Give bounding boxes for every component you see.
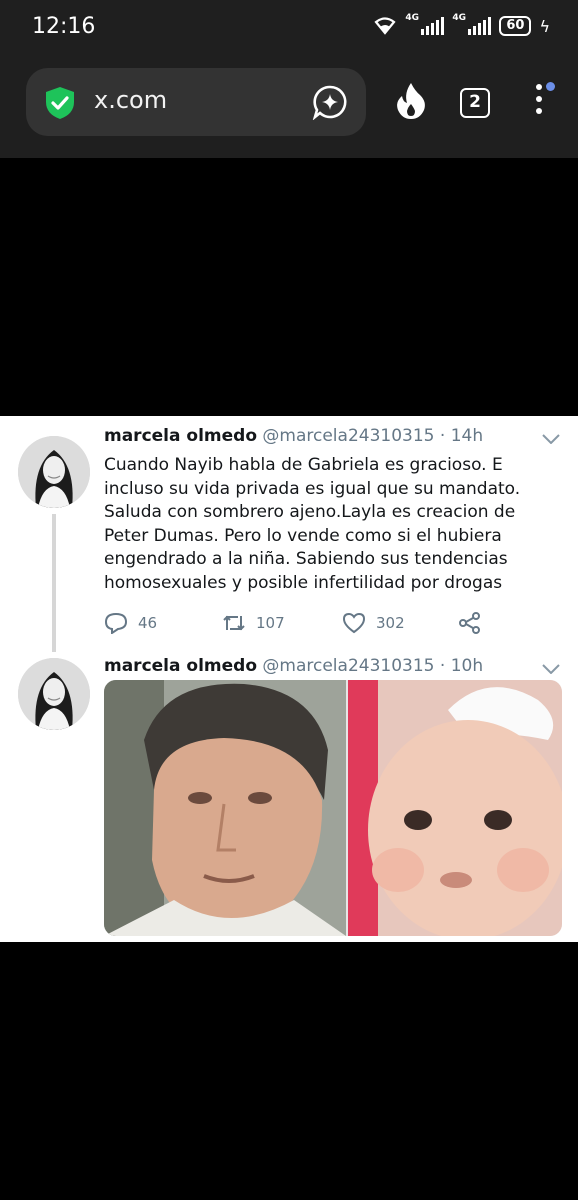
retweet-action: 107 — [222, 612, 285, 634]
tweet-time: · 10h — [439, 656, 484, 676]
heart-icon — [342, 612, 366, 634]
share-action — [458, 612, 482, 634]
tabs-button[interactable]: 2 — [460, 88, 490, 118]
more-menu-icon[interactable] — [532, 82, 555, 124]
chevron-down-icon — [542, 664, 560, 674]
like-count: 302 — [376, 614, 405, 632]
wifi-icon — [374, 17, 396, 35]
tweet-header: marcela olmedo @marcela24310315 · 14h — [104, 426, 483, 446]
tweet: marcela olmedo @marcela24310315 · 10h — [0, 656, 578, 942]
tweet: marcela olmedo @marcela24310315 · 14h Cu… — [0, 426, 578, 652]
baby-photo — [348, 680, 562, 936]
chevron-down-icon — [542, 434, 560, 444]
tweet-screenshot: marcela olmedo @marcela24310315 · 14h Cu… — [0, 416, 578, 942]
author-name[interactable]: marcela olmedo — [104, 656, 257, 676]
thread-line — [52, 514, 56, 652]
retweet-count: 107 — [256, 614, 285, 632]
cellular-signal-icon: 4G — [452, 13, 492, 35]
reply-icon — [104, 612, 128, 634]
charging-icon: ϟ — [539, 16, 550, 36]
ai-assistant-icon[interactable] — [312, 84, 348, 120]
reply-count: 46 — [138, 614, 158, 632]
like-action: 302 — [342, 612, 405, 634]
cellular-signal-icon: 4G — [405, 13, 445, 35]
status-bar: 12:16 4G 4G 60 ϟ — [0, 0, 578, 58]
avatar — [18, 658, 90, 730]
reply-action: 46 — [104, 612, 157, 634]
status-icons: 4G 4G 60 ϟ — [373, 13, 550, 36]
browser-toolbar: x.com 2 — [0, 58, 578, 158]
tweet-media — [104, 680, 562, 936]
address-bar[interactable]: x.com — [26, 68, 366, 136]
status-time: 12:16 — [32, 14, 96, 39]
tweet-time: · 14h — [439, 426, 484, 446]
share-icon — [459, 612, 480, 634]
avatar — [18, 436, 90, 508]
author-handle: @marcela24310315 — [262, 656, 435, 676]
retweet-icon — [223, 615, 245, 631]
man-photo — [104, 680, 346, 936]
tweet-header: marcela olmedo @marcela24310315 · 10h — [104, 656, 483, 676]
shield-check-icon[interactable] — [44, 86, 76, 120]
author-name[interactable]: marcela olmedo — [104, 426, 257, 446]
author-handle: @marcela24310315 — [262, 426, 435, 446]
url-text[interactable]: x.com — [94, 86, 167, 114]
battery-icon: 60 — [499, 16, 532, 36]
notification-dot — [546, 82, 555, 91]
tweet-text: Cuando Nayib habla de Gabriela es gracio… — [104, 455, 521, 593]
fire-icon[interactable] — [394, 82, 428, 120]
tweet-actions: 46 107 302 — [104, 612, 504, 636]
